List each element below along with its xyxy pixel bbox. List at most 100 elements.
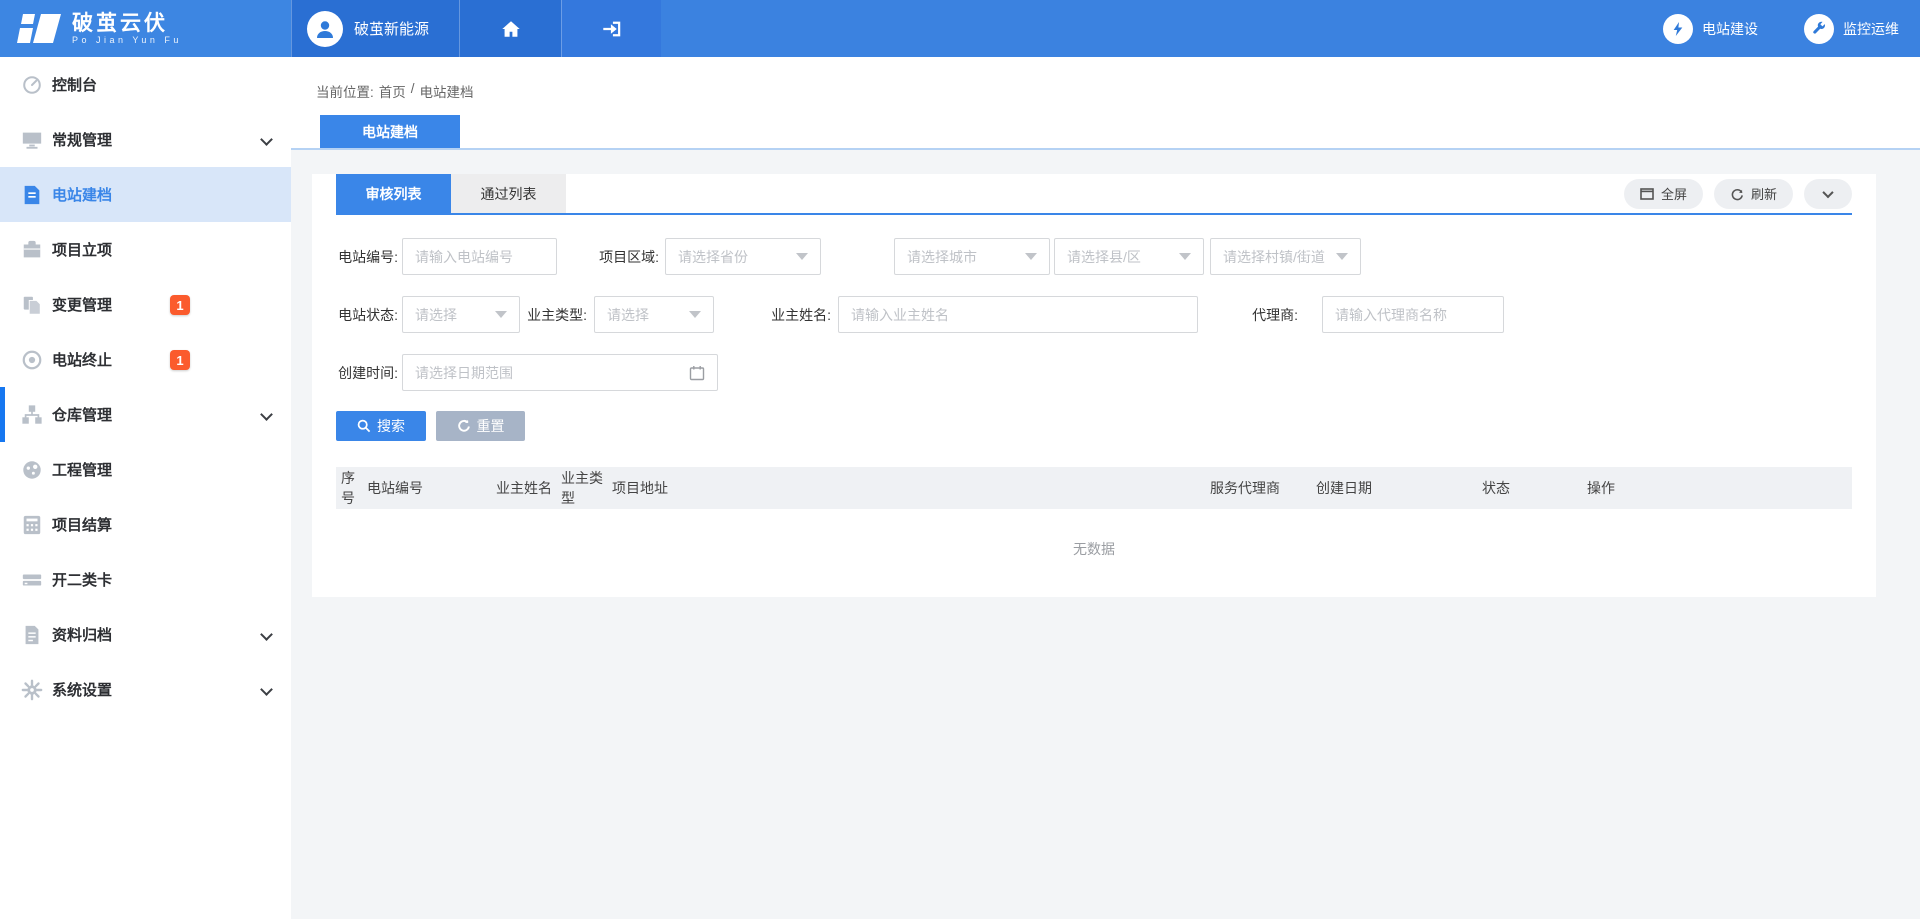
sidebar-item-data-archive[interactable]: 资料归档: [0, 607, 291, 662]
nav-monitor-ops-label: 监控运维: [1843, 19, 1899, 39]
station-no-label: 电站编号:: [336, 247, 398, 267]
col-index: 序号: [336, 467, 367, 509]
fullscreen-button[interactable]: 全屏: [1624, 179, 1703, 209]
logout-button[interactable]: [561, 0, 661, 57]
filter-actions: 搜索 重置: [336, 411, 1852, 441]
header-right-nav: 电站建设 监控运维: [1663, 0, 1920, 57]
empty-state: 无数据: [336, 509, 1852, 589]
agent-input[interactable]: [1322, 296, 1504, 333]
sidebar-item-project-initiation[interactable]: 项目立项: [0, 222, 291, 277]
city-select[interactable]: 请选择城市: [894, 238, 1050, 275]
page-tab-station-archive[interactable]: 电站建档: [320, 115, 460, 148]
col-status: 状态: [1482, 467, 1587, 509]
chevron-down-icon: [260, 628, 273, 641]
home-button[interactable]: [459, 0, 561, 57]
station-status-label: 电站状态:: [336, 305, 398, 325]
filter-row-1: 电站编号: 项目区域: 请选择省份 请选择城市 请选择县/区 请选择村镇/街道: [336, 238, 1852, 275]
select-arrow-icon: [796, 253, 808, 260]
sidebar-item-warehouse-mgmt[interactable]: 仓库管理: [0, 387, 291, 442]
top-header: 破茧云伏 Po Jian Yun Fu 破茧新能源: [0, 0, 1920, 57]
fullscreen-icon: [1640, 188, 1654, 200]
owner-type-select[interactable]: 请选择: [594, 296, 714, 333]
owner-name-label: 业主姓名:: [769, 305, 831, 325]
sidebar-item-console[interactable]: 控制台: [0, 57, 291, 112]
nav-monitor-ops[interactable]: 监控运维: [1804, 14, 1899, 44]
sidebar-item-general-mgmt[interactable]: 常规管理: [0, 112, 291, 167]
lightning-icon: [1670, 21, 1686, 37]
sitemap-icon: [21, 404, 43, 426]
sidebar-item-open-class2-card[interactable]: 开二类卡: [0, 552, 291, 607]
login-arrow-icon: [601, 18, 623, 40]
county-select[interactable]: 请选择县/区: [1054, 238, 1204, 275]
reset-icon: [457, 419, 471, 433]
select-arrow-icon: [1025, 253, 1037, 260]
chevron-down-icon: [1822, 186, 1833, 197]
agent-label: 代理商:: [1246, 305, 1298, 325]
col-project-address: 项目地址: [612, 467, 1210, 509]
reset-button[interactable]: 重置: [436, 411, 525, 441]
select-arrow-icon: [1179, 253, 1191, 260]
user-icon: [313, 17, 337, 41]
archive-icon: [21, 624, 43, 646]
tab-review-list[interactable]: 审核列表: [336, 174, 451, 213]
avatar: [307, 11, 343, 47]
refresh-icon: [1730, 187, 1744, 201]
col-actions: 操作: [1587, 467, 1852, 509]
chevron-down-icon: [260, 408, 273, 421]
dashboard-icon: [21, 74, 43, 96]
breadcrumb-separator: /: [411, 81, 415, 101]
station-no-input[interactable]: [402, 238, 557, 275]
badge-count: 1: [170, 350, 190, 370]
collapse-button[interactable]: [1804, 179, 1852, 209]
refresh-button[interactable]: 刷新: [1714, 179, 1793, 209]
col-service-agent: 服务代理商: [1210, 467, 1316, 509]
nav-station-build-label: 电站建设: [1702, 19, 1758, 39]
search-icon: [357, 419, 371, 433]
logo-title: 破茧云伏: [72, 12, 182, 35]
wrench-icon: [1811, 21, 1827, 37]
badge-count: 1: [170, 295, 190, 315]
create-time-label: 创建时间:: [336, 363, 398, 383]
filter-row-2: 电站状态: 请选择 业主类型: 请选择 业主姓名: 代理商:: [336, 296, 1852, 333]
gauge-icon: [21, 459, 43, 481]
files-icon: [21, 294, 43, 316]
briefcase-icon: [21, 239, 43, 261]
search-button[interactable]: 搜索: [336, 411, 426, 441]
monitor-icon: [21, 129, 43, 151]
date-range-picker[interactable]: 请选择日期范围: [402, 354, 718, 391]
sidebar-item-system-settings[interactable]: 系统设置: [0, 662, 291, 717]
station-archive-panel: 审核列表 通过列表 全屏 刷新: [312, 174, 1876, 597]
chevron-down-icon: [260, 683, 273, 696]
breadcrumb-current: 电站建档: [420, 81, 474, 101]
logo-subtitle: Po Jian Yun Fu: [72, 35, 182, 45]
sidebar-item-station-archive[interactable]: 电站建档: [0, 167, 291, 222]
breadcrumb-bar: 当前位置: 首页 / 电站建档 电站建档: [291, 57, 1920, 150]
panel-toolbar: 全屏 刷新: [1624, 179, 1852, 209]
sidebar-item-engineering-mgmt[interactable]: 工程管理: [0, 442, 291, 497]
calendar-icon: [689, 365, 705, 381]
logo-icon: [16, 11, 62, 47]
tab-passed-list[interactable]: 通过列表: [451, 174, 566, 213]
area-label: 项目区域:: [597, 247, 659, 267]
town-select[interactable]: 请选择村镇/街道: [1210, 238, 1361, 275]
owner-type-label: 业主类型:: [525, 305, 587, 325]
col-owner-type: 业主类型: [561, 467, 612, 509]
col-create-date: 创建日期: [1316, 467, 1482, 509]
owner-name-input[interactable]: [838, 296, 1198, 333]
company-name: 破茧新能源: [354, 18, 429, 39]
sidebar-item-station-termination[interactable]: 电站终止 1: [0, 332, 291, 387]
panel-tabs-row: 审核列表 通过列表 全屏 刷新: [336, 174, 1852, 215]
gear-icon: [21, 679, 43, 701]
results-table: 序号 电站编号 业主姓名 业主类型 项目地址 服务代理商 创建日期 状态 操作 …: [336, 467, 1852, 589]
sidebar-item-change-mgmt[interactable]: 变更管理 1: [0, 277, 291, 332]
province-select[interactable]: 请选择省份: [665, 238, 821, 275]
document-icon: [21, 184, 43, 206]
home-icon: [500, 18, 522, 40]
breadcrumb-home[interactable]: 首页: [379, 81, 406, 101]
sidebar-item-project-settlement[interactable]: 项目结算: [0, 497, 291, 552]
record-circle-icon: [21, 349, 43, 371]
station-status-select[interactable]: 请选择: [402, 296, 520, 333]
user-menu[interactable]: 破茧新能源: [291, 0, 459, 57]
nav-station-build[interactable]: 电站建设: [1663, 14, 1758, 44]
calculator-icon: [21, 514, 43, 536]
